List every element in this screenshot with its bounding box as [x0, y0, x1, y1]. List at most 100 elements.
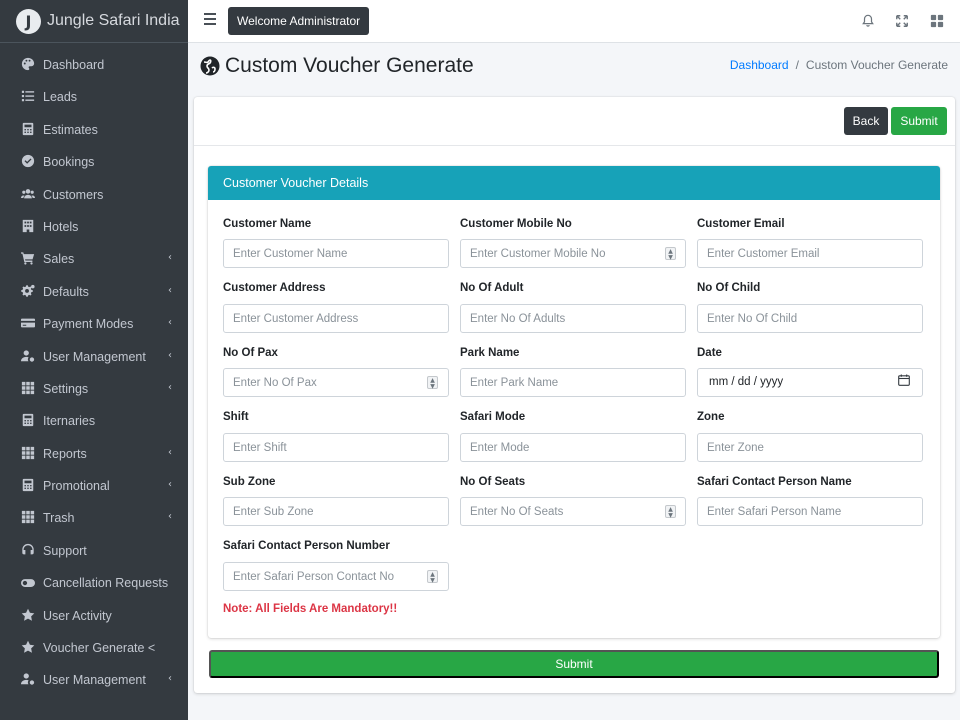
sidebar-item-label: Iternaries	[43, 414, 96, 429]
sidebar-item-hotels[interactable]: Hotels	[0, 211, 188, 243]
sidebar-item-leads[interactable]: Leads	[0, 81, 188, 113]
sidebar-item-estimates[interactable]: Estimates	[0, 114, 188, 146]
user-gear-icon	[20, 671, 36, 687]
sidebar-item-bookings[interactable]: Bookings	[0, 146, 188, 178]
safari-person-number-label: Safari Contact Person Number	[223, 540, 390, 552]
customer-name-input[interactable]	[223, 239, 449, 268]
safari-mode-input[interactable]	[460, 433, 686, 462]
park-name-input[interactable]	[460, 368, 686, 397]
sidebar-item-user-management[interactable]: User Management ‹	[0, 341, 188, 373]
credit-card-icon	[20, 315, 36, 331]
breadcrumb-current: Custom Voucher Generate	[805, 58, 948, 72]
park-name-label: Park Name	[460, 347, 520, 359]
fullscreen-icon[interactable]	[895, 14, 909, 28]
date-input-value: mm / dd / yyyy	[709, 376, 784, 388]
customer-email-input[interactable]	[697, 239, 923, 268]
chevron-left-icon: ‹	[168, 349, 172, 361]
sidebar-item-user-management[interactable]: User Management ‹	[0, 664, 188, 696]
welcome-badge: Welcome Administrator	[228, 7, 370, 35]
breadcrumb-dashboard-link[interactable]: Dashboard	[730, 58, 789, 72]
breadcrumb: Dashboard / Custom Voucher Generate	[730, 58, 948, 72]
sidebar-item-promotional[interactable]: Promotional ‹	[0, 470, 188, 502]
chevron-left-icon: ‹	[168, 381, 172, 393]
sidebar-item-user-activity[interactable]: User Activity	[0, 600, 188, 632]
apps-grid-icon[interactable]	[930, 14, 944, 28]
topbar: Welcome Administrator	[188, 0, 960, 43]
seats-stepper-icon[interactable]: ▲ ▼	[665, 505, 676, 518]
shift-label: Shift	[223, 411, 249, 423]
sidebar-item-dashboard[interactable]: Dashboard	[0, 49, 188, 81]
star-icon	[20, 639, 36, 655]
sidebar-item-label: Estimates	[43, 122, 98, 137]
no-of-pax-input[interactable]	[223, 368, 449, 397]
no-of-adult-input[interactable]	[460, 304, 686, 333]
no-of-seats-input[interactable]	[460, 497, 686, 526]
sidebar-item-sales[interactable]: Sales ‹	[0, 243, 188, 275]
customer-email-label: Customer Email	[697, 218, 785, 230]
pax-stepper-icon[interactable]: ▲ ▼	[427, 376, 438, 389]
customer-voucher-details-header: Customer Voucher Details	[208, 166, 940, 200]
customer-mobile-input[interactable]	[460, 239, 686, 268]
mobile-stepper-icon[interactable]: ▲ ▼	[665, 247, 676, 260]
bell-icon[interactable]	[861, 14, 875, 28]
calculator-icon	[20, 477, 36, 493]
customer-address-input[interactable]	[223, 304, 449, 333]
globe-icon	[200, 56, 220, 76]
sidebar-item-reports[interactable]: Reports ‹	[0, 438, 188, 470]
sidebar-item-label: Voucher Generate <	[43, 641, 156, 656]
card-header: Back Submit	[194, 97, 955, 146]
no-of-pax-label: No Of Pax	[223, 347, 278, 359]
submit-button[interactable]: Submit	[209, 650, 939, 678]
chevron-left-icon: ‹	[168, 511, 172, 523]
sidebar-item-settings[interactable]: Settings ‹	[0, 373, 188, 405]
shift-input[interactable]	[223, 433, 449, 462]
grid-icon	[20, 445, 36, 461]
brand-link[interactable]: J Jungle Safari India	[0, 0, 188, 43]
sidebar-item-voucher-generate[interactable]: Voucher Generate <	[0, 632, 188, 664]
sidebar: J Jungle Safari India Dashboard Leads Esti…	[0, 0, 188, 720]
chevron-left-icon: ‹	[168, 252, 172, 264]
safari-person-number-input[interactable]	[223, 562, 449, 591]
sidebar-item-label: User Management	[43, 349, 146, 364]
sidebar-item-label: Dashboard	[43, 58, 105, 72]
sidebar-item-label: Cancellation Requests	[43, 576, 169, 591]
safari-person-name-input[interactable]	[697, 497, 923, 526]
sidebar-item-label: Settings	[43, 381, 89, 396]
sidebar-item-label: Payment Modes	[43, 317, 134, 332]
sidebar-item-trash[interactable]: Trash ‹	[0, 502, 188, 534]
submit-button-top[interactable]: Submit	[891, 107, 947, 135]
sidebar-item-cancellation-requests[interactable]: Cancellation Requests	[0, 567, 188, 599]
users-icon	[20, 186, 36, 202]
check-circle-icon	[20, 153, 36, 169]
cart-icon	[20, 250, 36, 266]
calendar-icon[interactable]	[898, 374, 910, 386]
chevron-left-icon: ‹	[168, 446, 172, 458]
date-label: Date	[697, 347, 722, 359]
no-of-child-label: No Of Child	[697, 282, 761, 294]
sidebar-item-iternaries[interactable]: Iternaries	[0, 405, 188, 437]
chevron-left-icon: ‹	[168, 673, 172, 685]
sidebar-item-label: Hotels	[43, 219, 79, 234]
customer-name-label: Customer Name	[223, 218, 312, 230]
sidebar-item-label: Reports	[43, 446, 87, 461]
safari-person-name-label: Safari Contact Person Name	[697, 476, 852, 488]
sidebar-item-customers[interactable]: Customers	[0, 179, 188, 211]
no-of-adult-label: No Of Adult	[460, 282, 524, 294]
safari-mode-label: Safari Mode	[460, 411, 526, 423]
mandatory-note: Note: All Fields Are Mandatory!!	[223, 603, 398, 615]
sidebar-item-label: Defaults	[43, 284, 89, 299]
menu-toggle-icon[interactable]	[204, 13, 216, 27]
back-button[interactable]: Back	[844, 107, 888, 135]
sidebar-item-defaults[interactable]: Defaults ‹	[0, 276, 188, 308]
calculator-icon	[20, 412, 36, 428]
calculator-icon	[20, 121, 36, 137]
building-icon	[20, 218, 36, 234]
contact-stepper-icon[interactable]: ▲ ▼	[427, 570, 438, 583]
sub-zone-input[interactable]	[223, 497, 449, 526]
sidebar-item-payment-modes[interactable]: Payment Modes ‹	[0, 308, 188, 340]
no-of-child-input[interactable]	[697, 304, 923, 333]
sidebar-item-support[interactable]: Support	[0, 535, 188, 567]
sidebar-item-label: Trash	[43, 511, 75, 526]
grid-icon	[20, 509, 36, 525]
zone-input[interactable]	[697, 433, 923, 462]
